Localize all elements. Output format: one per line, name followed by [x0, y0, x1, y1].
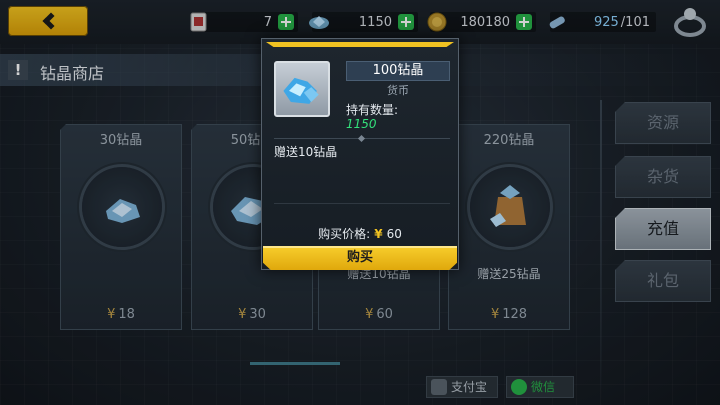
gift-text: 赠送10钻晶 — [274, 145, 338, 159]
crystal-pile-icon — [283, 77, 319, 104]
yen-icon: ¥ — [374, 227, 383, 241]
popup-top-strip — [266, 42, 454, 47]
divider-ornament — [357, 134, 366, 143]
buy-button[interactable]: 购买 — [263, 246, 457, 270]
purchase-popup: 100钻晶 货币 持有数量: 1150 赠送10钻晶 购买价格: ¥60 购买 — [261, 38, 459, 270]
owned-label: 持有数量: — [346, 103, 399, 117]
divider — [274, 203, 450, 204]
owned-value: 1150 — [346, 117, 377, 131]
item-image-frame — [274, 61, 330, 117]
item-type: 货币 — [387, 84, 409, 97]
purchase-price: 购买价格: ¥60 — [318, 227, 402, 241]
item-name: 100钻晶 — [346, 61, 450, 81]
